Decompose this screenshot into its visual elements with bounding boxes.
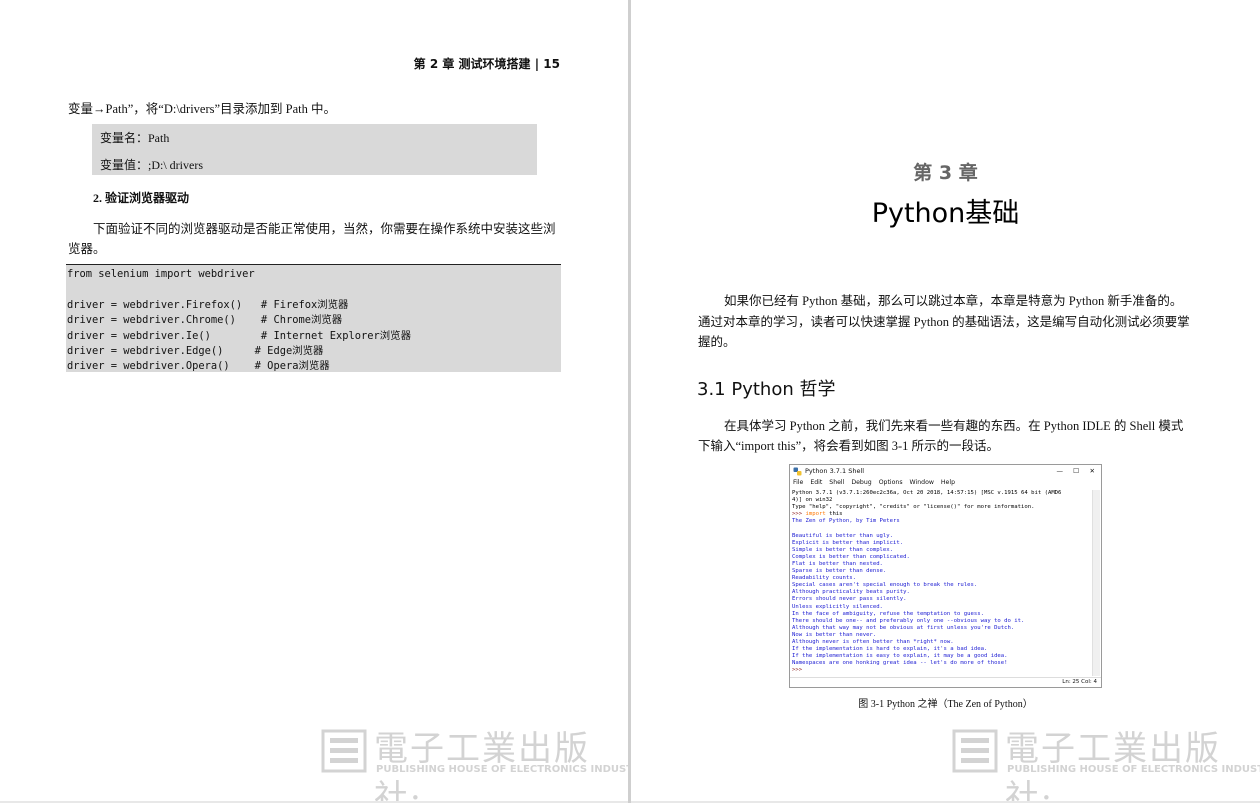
para-line-2: 览器。 [68,242,106,256]
code-line: driver = webdriver.Ie() # Internet Explo… [67,329,411,342]
chapter-number: 第 3 章 [913,162,978,184]
watermark-cn: 電子工業出版社· [1005,729,1221,801]
body-line-2: 下输入“import this”，将会看到如图 3-1 所示的一段话。 [698,439,1000,453]
watermark-left: 電子工業出版社· PUBLISHING HOUSE OF ELECTRONICS… [320,725,628,801]
shell-statusbar: Ln: 25 Col: 4 [790,677,1101,687]
zen-line: Although that way may not be obvious at … [792,624,1015,631]
code-line: driver = webdriver.Edge() # Edge浏览器 [67,345,324,358]
shell-command-line: >>> import this [792,511,1090,518]
zen-line: Although never is often better than *rig… [792,638,954,645]
idle-shell-window: Python 3.7.1 Shell — ☐ ✕ File Edit Shell… [789,464,1102,688]
shell-scrollbar[interactable] [1092,490,1100,676]
menu-debug[interactable]: Debug [851,479,871,486]
code-line: driver = webdriver.Chrome() # Chrome浏览器 [67,314,343,327]
watermark-right: 電子工業出版社· PUBLISHING HOUSE OF ELECTRONICS… [951,725,1260,801]
zen-line: Readability counts. [792,575,856,582]
zen-line: Now is better than never. [792,631,877,638]
intro-line-2: 通过对本章的学习，读者可以快速掌握 Python 的基础语法，这是编写自动化测试… [698,315,1190,329]
zen-line: Explicit is better than implicit. [792,539,904,546]
zen-line: Although practicality beats purity. [792,589,910,596]
shell-header-line: Type "help", "copyright", "credits" or "… [792,504,1035,511]
shell-title: Python 3.7.1 Shell [805,467,865,475]
code-lines: from selenium import webdriver driver = … [67,267,411,375]
zen-line: Complex is better than complicated. [792,553,910,560]
zen-line: Unless explicitly silenced. [792,603,883,610]
zen-line: If the implementation is easy to explain… [792,653,1008,660]
zen-line: Simple is better than complex. [792,546,894,553]
shell-output[interactable]: Python 3.7.1 (v3.7.1:260ec2c36a, Oct 20 … [792,490,1090,676]
menu-edit[interactable]: Edit [810,479,822,486]
para-line-1: 下面验证不同的浏览器驱动是否能正常使用，当然，你需要在操作系统中安装这些浏 [93,222,556,236]
shell-header-line: 4)] on win32 [792,497,833,504]
shell-titlebar: Python 3.7.1 Shell — ☐ ✕ [790,465,1101,478]
menu-shell[interactable]: Shell [829,479,844,486]
subheading: 2. 验证浏览器驱动 [93,191,190,205]
shell-status: Ln: 25 Col: 4 [1062,679,1097,685]
code-line: from selenium import webdriver [67,268,255,280]
shell-header-line: Python 3.7.1 (v3.7.1:260ec2c36a, Oct 20 … [792,490,1062,496]
figure-caption: 图 3-1 Python 之禅（The Zen of Python） [858,699,1033,710]
python-icon [793,467,802,476]
minimize-icon[interactable]: — [1057,465,1064,478]
shell-prompt: >>> [792,511,806,518]
intro-line-3: 握的。 [698,335,736,349]
zen-line: There should be one-- and preferably onl… [792,617,1025,624]
menu-file[interactable]: File [793,479,803,486]
zen-line: Special cases aren't special enough to b… [792,582,978,589]
running-head: 第 2 章 测试环境搭建 | 15 [413,57,560,71]
zen-line: Errors should never pass silently. [792,596,907,603]
zen-line: Namespaces are one honking great idea --… [792,660,1008,667]
close-icon[interactable]: ✕ [1090,465,1095,478]
code-block: from selenium import webdriver driver = … [66,264,561,372]
env-var-box: 变量名：Path 变量值：;D:\ drivers [92,124,537,175]
zen-line: Flat is better than nested. [792,560,883,567]
zen-line: Sparse is better than dense. [792,568,887,575]
code-line: driver = webdriver.Firefox() # Firefox浏览… [67,298,349,311]
maximize-icon[interactable]: ☐ [1073,465,1079,478]
publisher-logo-icon [321,729,367,773]
right-page: 第 3 章 Python基础 如果你已经有 Python 基础，那么可以跳过本章… [631,0,1260,801]
left-page: 第 2 章 测试环境搭建 | 15 变量→Path”，将“D:\drivers”… [0,0,628,801]
chapter-title: Python基础 [871,198,1020,229]
menu-window[interactable]: Window [910,479,934,486]
watermark-en: PUBLISHING HOUSE OF ELECTRONICS INDUSTRY [376,764,628,775]
publisher-logo-icon [952,729,998,773]
menu-options[interactable]: Options [879,479,903,486]
zen-line: Beautiful is better than ugly. [792,532,894,539]
var-value-line: 变量值：;D:\ drivers [100,158,203,172]
watermark-cn: 電子工業出版社· [374,729,590,801]
section-title: 3.1 Python 哲学 [697,379,836,400]
zen-lines: Beautiful is better than ugly. Explicit i… [792,533,1090,668]
zen-line: In the face of ambiguity, refuse the tem… [792,610,984,617]
watermark-en: PUBLISHING HOUSE OF ELECTRONICS INDUSTRY [1007,764,1260,775]
zen-title: The Zen of Python, by Tim Peters [792,518,900,525]
intro-line-1: 如果你已经有 Python 基础，那么可以跳过本章，本章是特意为 Python … [724,294,1183,308]
code-line: driver = webdriver.Opera() # Opera浏览器 [67,360,330,373]
shell-menubar: File Edit Shell Debug Options Window Hel… [790,478,1101,488]
shell-last-prompt: >>> [792,667,803,674]
shell-command: this [825,511,843,518]
shell-keyword: import [805,511,826,518]
var-name-line: 变量名：Path [100,131,170,145]
zen-line: If the implementation is hard to explain… [792,646,988,653]
menu-help[interactable]: Help [941,479,955,486]
intro-line: 变量→Path”，将“D:\drivers”目录添加到 Path 中。 [68,102,337,116]
body-line-1: 在具体学习 Python 之前，我们先来看一些有趣的东西。在 Python ID… [724,419,1184,433]
